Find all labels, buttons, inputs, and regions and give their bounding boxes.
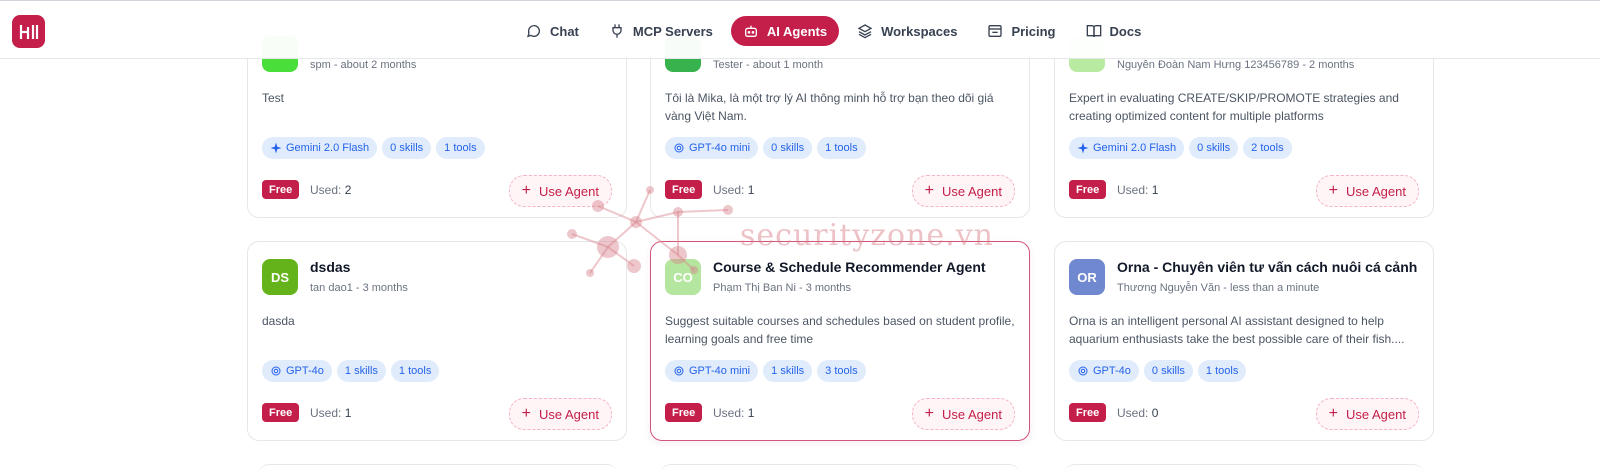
- agent-meta: Thương Nguyễn Văn - less than a minute: [1117, 282, 1320, 294]
- agent-description: Tôi là Mika, là một trợ lý AI thông minh…: [665, 91, 994, 123]
- agent-meta: Phạm Thị Ban Ni - 3 months: [713, 282, 851, 294]
- openai-icon: [271, 366, 281, 376]
- pricing-icon: [988, 25, 1003, 37]
- plus-icon: +: [924, 182, 934, 199]
- used-count: Used: 1: [310, 406, 352, 420]
- agent-avatar: DS: [262, 259, 298, 295]
- agent-card[interactable]: DS dsdas tan dao1 - 3 months dasda GPT-4…: [247, 241, 627, 441]
- main-nav: Chat MCP Servers AI Agents Workspaces Pr…: [514, 16, 1159, 46]
- use-agent-button[interactable]: + Use Agent: [911, 175, 1015, 207]
- agent-description: Test: [262, 91, 285, 105]
- skills-chip: 0 skills: [1189, 137, 1239, 159]
- use-agent-button[interactable]: + Use Agent: [508, 175, 612, 207]
- top-navbar: Chat MCP Servers AI Agents Workspaces Pr…: [0, 2, 1600, 59]
- agent-chips: Gemini 2.0 Flash 0 skills 1 tools: [262, 137, 485, 159]
- nav-ai-agents[interactable]: AI Agents: [730, 16, 840, 46]
- plus-icon: +: [521, 182, 531, 199]
- agent-title: dsdas: [310, 259, 351, 275]
- openai-icon: [674, 143, 684, 153]
- model-chip: GPT-4o mini: [665, 360, 759, 382]
- use-agent-button[interactable]: + Use Agent: [911, 398, 1015, 430]
- agent-meta: spm - about 2 months: [310, 59, 417, 71]
- nav-docs[interactable]: Docs: [1074, 16, 1154, 46]
- agent-chips: GPT-4o mini 0 skills 1 tools: [665, 137, 866, 159]
- agent-title: Orna - Chuyên viên tư vấn cách nuôi cá c…: [1117, 259, 1418, 275]
- layers-icon: [857, 24, 873, 39]
- model-chip: GPT-4o: [1069, 360, 1139, 382]
- agent-description: Expert in evaluating CREATE/SKIP/PROMOTE…: [1069, 91, 1399, 123]
- free-badge: Free: [1069, 403, 1107, 422]
- agent-title: Course & Schedule Recommender Agent: [713, 259, 986, 275]
- skills-chip: 1 skills: [336, 360, 386, 382]
- sparkle-icon: [270, 142, 282, 154]
- free-badge: Free: [1069, 180, 1107, 199]
- agent-meta: tan dao1 - 3 months: [310, 282, 408, 294]
- used-count: Used: 1: [713, 183, 755, 197]
- openai-icon: [674, 366, 684, 376]
- tools-chip: 3 tools: [817, 360, 866, 382]
- skills-chip: 0 skills: [382, 137, 432, 159]
- robot-icon: [744, 25, 757, 37]
- tools-chip: 1 tools: [1197, 360, 1247, 382]
- free-badge: Free: [262, 180, 300, 199]
- agent-chips: GPT-4o mini 1 skills 3 tools: [665, 360, 866, 382]
- nav-chat[interactable]: Chat: [514, 16, 591, 46]
- agent-chips: GPT-4o 1 skills 1 tools: [262, 360, 440, 382]
- app-logo[interactable]: [12, 15, 45, 48]
- used-count: Used: 1: [713, 406, 755, 420]
- free-badge: Free: [262, 403, 300, 422]
- agent-description: Suggest suitable courses and schedules b…: [665, 314, 1015, 346]
- book-icon: [1086, 25, 1101, 38]
- agent-card-peek: [1064, 464, 1424, 475]
- agent-chips: GPT-4o 0 skills 1 tools: [1069, 360, 1247, 382]
- plus-icon: +: [924, 405, 934, 422]
- openai-icon: [1078, 366, 1088, 376]
- agent-meta: Nguyễn Đoàn Nam Hưng 123456789 - 2 month…: [1117, 59, 1355, 71]
- used-count: Used: 1: [1117, 183, 1159, 197]
- agent-card-peek: [258, 464, 618, 475]
- skills-chip: 0 skills: [763, 137, 813, 159]
- tools-chip: 1 tools: [817, 137, 866, 159]
- use-agent-button[interactable]: + Use Agent: [1315, 175, 1419, 207]
- tools-chip: 1 tools: [390, 360, 440, 382]
- nav-pricing[interactable]: Pricing: [975, 16, 1067, 46]
- nav-workspaces[interactable]: Workspaces: [845, 16, 969, 46]
- use-agent-button[interactable]: + Use Agent: [508, 398, 612, 430]
- agent-card[interactable]: CO Course & Schedule Recommender Agent P…: [650, 241, 1030, 441]
- plus-icon: +: [521, 405, 531, 422]
- plus-icon: +: [1328, 182, 1338, 199]
- logo-mark-icon: [19, 24, 38, 39]
- agent-meta: Tester - about 1 month: [713, 59, 824, 71]
- agent-avatar: OR: [1069, 259, 1105, 295]
- tools-chip: 2 tools: [1243, 137, 1292, 159]
- free-badge: Free: [665, 403, 703, 422]
- agent-card[interactable]: OR Orna - Chuyên viên tư vấn cách nuôi c…: [1054, 241, 1434, 441]
- skills-chip: 0 skills: [1143, 360, 1193, 382]
- free-badge: Free: [665, 180, 703, 199]
- model-chip: Gemini 2.0 Flash: [1069, 137, 1185, 159]
- skills-chip: 1 skills: [763, 360, 813, 382]
- agent-avatar: CO: [665, 259, 701, 295]
- sparkle-icon: [1077, 142, 1089, 154]
- used-count: Used: 2: [310, 183, 352, 197]
- plus-icon: +: [1328, 405, 1338, 422]
- agent-description: dasda: [262, 314, 295, 328]
- top-border: [0, 0, 1600, 1]
- model-chip: GPT-4o: [262, 360, 332, 382]
- plug-icon: [612, 24, 622, 38]
- use-agent-button[interactable]: + Use Agent: [1315, 398, 1419, 430]
- model-chip: GPT-4o mini: [665, 137, 759, 159]
- tools-chip: 1 tools: [436, 137, 485, 159]
- used-count: Used: 0: [1117, 406, 1159, 420]
- agent-chips: Gemini 2.0 Flash 0 skills 2 tools: [1069, 137, 1292, 159]
- chat-bubble-icon: [526, 25, 540, 38]
- agent-card-peek: [660, 464, 1020, 475]
- nav-mcp-servers[interactable]: MCP Servers: [597, 16, 725, 46]
- watermark-text: securityzone.vn: [740, 218, 994, 253]
- agent-description: Orna is an intelligent personal AI assis…: [1069, 314, 1405, 346]
- model-chip: Gemini 2.0 Flash: [262, 137, 378, 159]
